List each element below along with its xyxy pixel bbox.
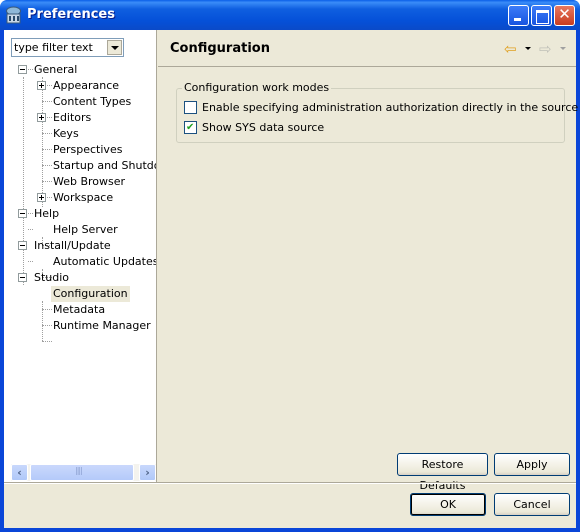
tree-item-configuration[interactable]: Configuration xyxy=(51,286,130,302)
tree-connector xyxy=(42,341,52,342)
tree-item-metadata[interactable]: Metadata xyxy=(51,302,107,318)
dialog-client-area: General Appearance Content Types Editors… xyxy=(4,30,580,528)
preference-tree-pane: General Appearance Content Types Editors… xyxy=(4,30,157,482)
forward-arrow-icon: ⇨ xyxy=(539,40,552,58)
scroll-left-button[interactable]: ‹ xyxy=(11,464,28,481)
enable-admin-auth-label[interactable]: Enable specifying administration authori… xyxy=(202,101,580,114)
cancel-button[interactable]: Cancel xyxy=(494,493,570,516)
minimize-button[interactable] xyxy=(508,5,529,26)
scroll-right-button[interactable]: › xyxy=(139,464,156,481)
tree-item-content-types[interactable]: Content Types xyxy=(51,94,133,110)
show-sys-data-source-label[interactable]: Show SYS data source xyxy=(202,121,324,134)
group-label: Configuration work modes xyxy=(182,81,332,94)
tree-item-runtime-manager[interactable]: Runtime Manager xyxy=(51,318,153,334)
preference-tree: General Appearance Content Types Editors… xyxy=(4,64,156,464)
tree-item-startup-shutdown[interactable]: Startup and Shutdown xyxy=(51,158,156,174)
filter-dropdown-button[interactable] xyxy=(107,40,122,55)
back-arrow-icon[interactable]: ⇦ xyxy=(504,40,517,58)
ok-button[interactable]: OK xyxy=(410,493,486,516)
page-header: Configuration ⇦ ⇨ xyxy=(158,30,576,67)
configuration-work-modes-group: Configuration work modes Enable specifyi… xyxy=(176,81,580,143)
maximize-button[interactable] xyxy=(531,5,552,26)
apply-button[interactable]: Apply xyxy=(494,453,570,476)
tree-item-install-update[interactable]: Install/Update xyxy=(32,238,113,254)
title-bar[interactable]: Preferences ✕ xyxy=(0,0,580,30)
tree-item-workspace[interactable]: Workspace xyxy=(51,190,115,206)
expand-editors-icon[interactable] xyxy=(37,113,46,122)
filter-input[interactable] xyxy=(14,40,104,55)
tree-connector xyxy=(28,229,33,230)
tree-item-help-server[interactable]: Help Server xyxy=(51,222,120,238)
tree-item-editors[interactable]: Editors xyxy=(51,110,93,126)
preferences-app-icon xyxy=(6,6,21,24)
tree-connector xyxy=(42,301,43,341)
chevron-right-icon: › xyxy=(145,466,150,479)
show-sys-data-source-checkbox[interactable] xyxy=(184,121,197,134)
tree-item-perspectives[interactable]: Perspectives xyxy=(51,142,124,158)
tree-connector xyxy=(23,77,24,285)
tree-item-automatic-updates[interactable]: Automatic Updates xyxy=(51,254,156,270)
collapse-general-icon[interactable] xyxy=(18,65,27,74)
tree-item-keys[interactable]: Keys xyxy=(51,126,81,142)
preferences-window: Preferences ✕ type filter text General A… xyxy=(0,0,580,532)
back-history-dropdown[interactable] xyxy=(525,47,531,50)
tree-item-studio[interactable]: Studio xyxy=(32,270,71,286)
close-button[interactable]: ✕ xyxy=(554,5,575,26)
collapse-studio-icon[interactable] xyxy=(18,273,27,282)
tree-item-appearance[interactable]: Appearance xyxy=(51,78,121,94)
window-title: Preferences xyxy=(27,7,115,22)
collapse-help-icon[interactable] xyxy=(18,209,27,218)
expand-appearance-icon[interactable] xyxy=(37,81,46,90)
footer-separator xyxy=(4,482,576,484)
tree-horizontal-scrollbar[interactable]: ‹ › xyxy=(11,464,156,481)
forward-history-dropdown xyxy=(560,47,566,50)
tree-item-web-browser[interactable]: Web Browser xyxy=(51,174,127,190)
tree-item-general[interactable]: General xyxy=(32,64,79,78)
restore-defaults-button[interactable]: Restore Defaults xyxy=(397,453,488,492)
scrollbar-thumb[interactable] xyxy=(30,464,134,481)
tree-connector xyxy=(42,77,43,207)
chevron-left-icon: ‹ xyxy=(17,466,22,479)
filter-combo[interactable] xyxy=(11,38,124,57)
enable-admin-auth-checkbox[interactable] xyxy=(184,101,197,114)
page-title: Configuration xyxy=(170,41,270,56)
close-icon: ✕ xyxy=(558,5,571,23)
collapse-install-update-icon[interactable] xyxy=(18,241,27,250)
tree-connector xyxy=(28,261,33,262)
tree-item-help[interactable]: Help xyxy=(32,206,61,222)
expand-workspace-icon[interactable] xyxy=(37,193,46,202)
